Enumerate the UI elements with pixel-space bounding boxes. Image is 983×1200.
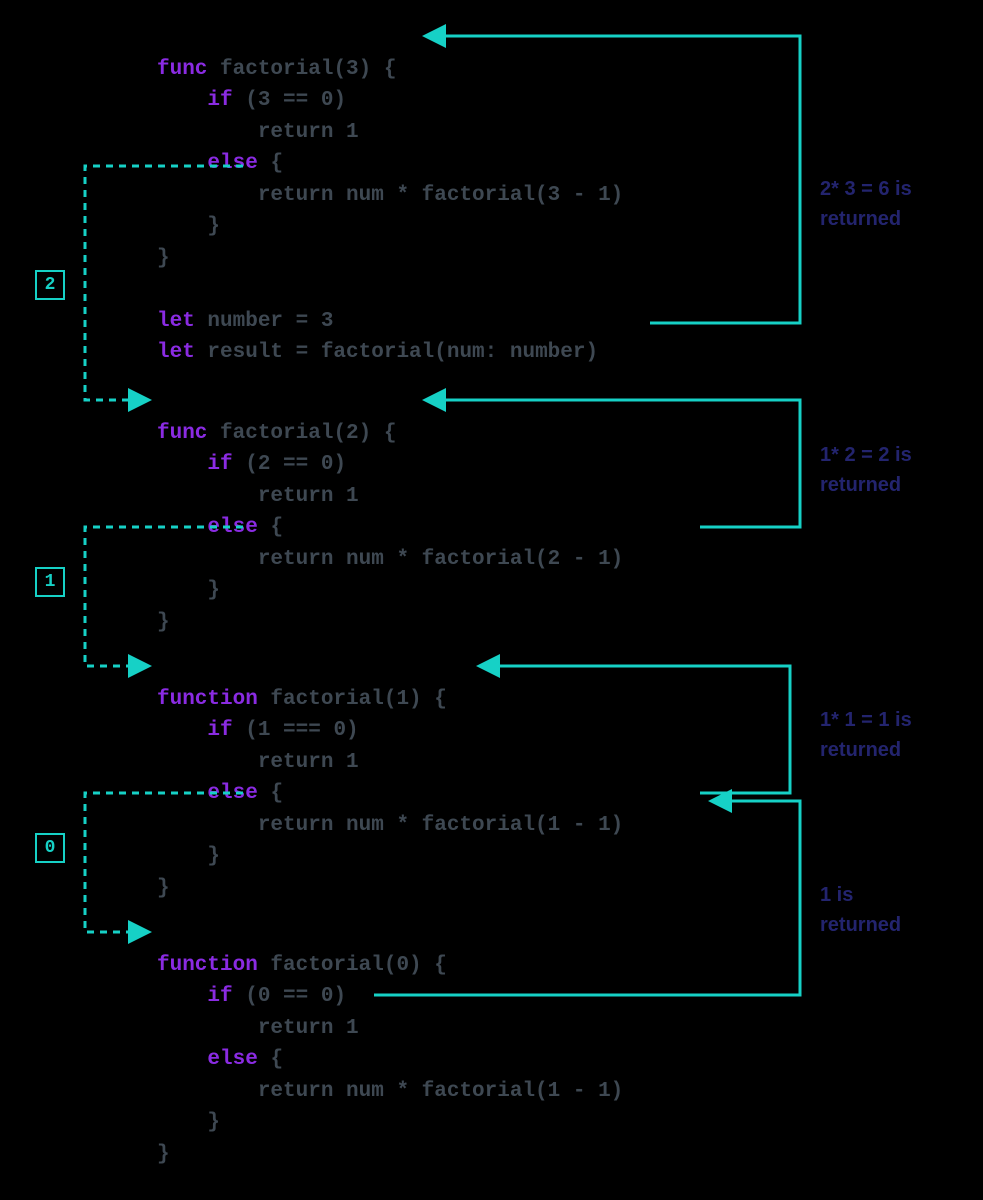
- return-note-1: 2* 3 = 6 is returned: [820, 174, 912, 234]
- recursion-marker-1: 1: [35, 567, 65, 597]
- diagram-canvas: func factorial(3) { if (3 == 0) return 1…: [0, 0, 983, 1200]
- return-note-3: 1* 1 = 1 is returned: [820, 705, 912, 765]
- code-block-4: function factorial(0) { if (0 == 0) retu…: [157, 918, 623, 1170]
- recursion-marker-0: 0: [35, 833, 65, 863]
- code-block-3: function factorial(1) { if (1 === 0) ret…: [157, 652, 623, 904]
- recursion-marker-2: 2: [35, 270, 65, 300]
- return-note-2: 1* 2 = 2 is returned: [820, 440, 912, 500]
- code-block-1: func factorial(3) { if (3 == 0) return 1…: [157, 22, 623, 369]
- code-block-2: func factorial(2) { if (2 == 0) return 1…: [157, 386, 623, 638]
- return-note-4: 1 is returned: [820, 880, 901, 940]
